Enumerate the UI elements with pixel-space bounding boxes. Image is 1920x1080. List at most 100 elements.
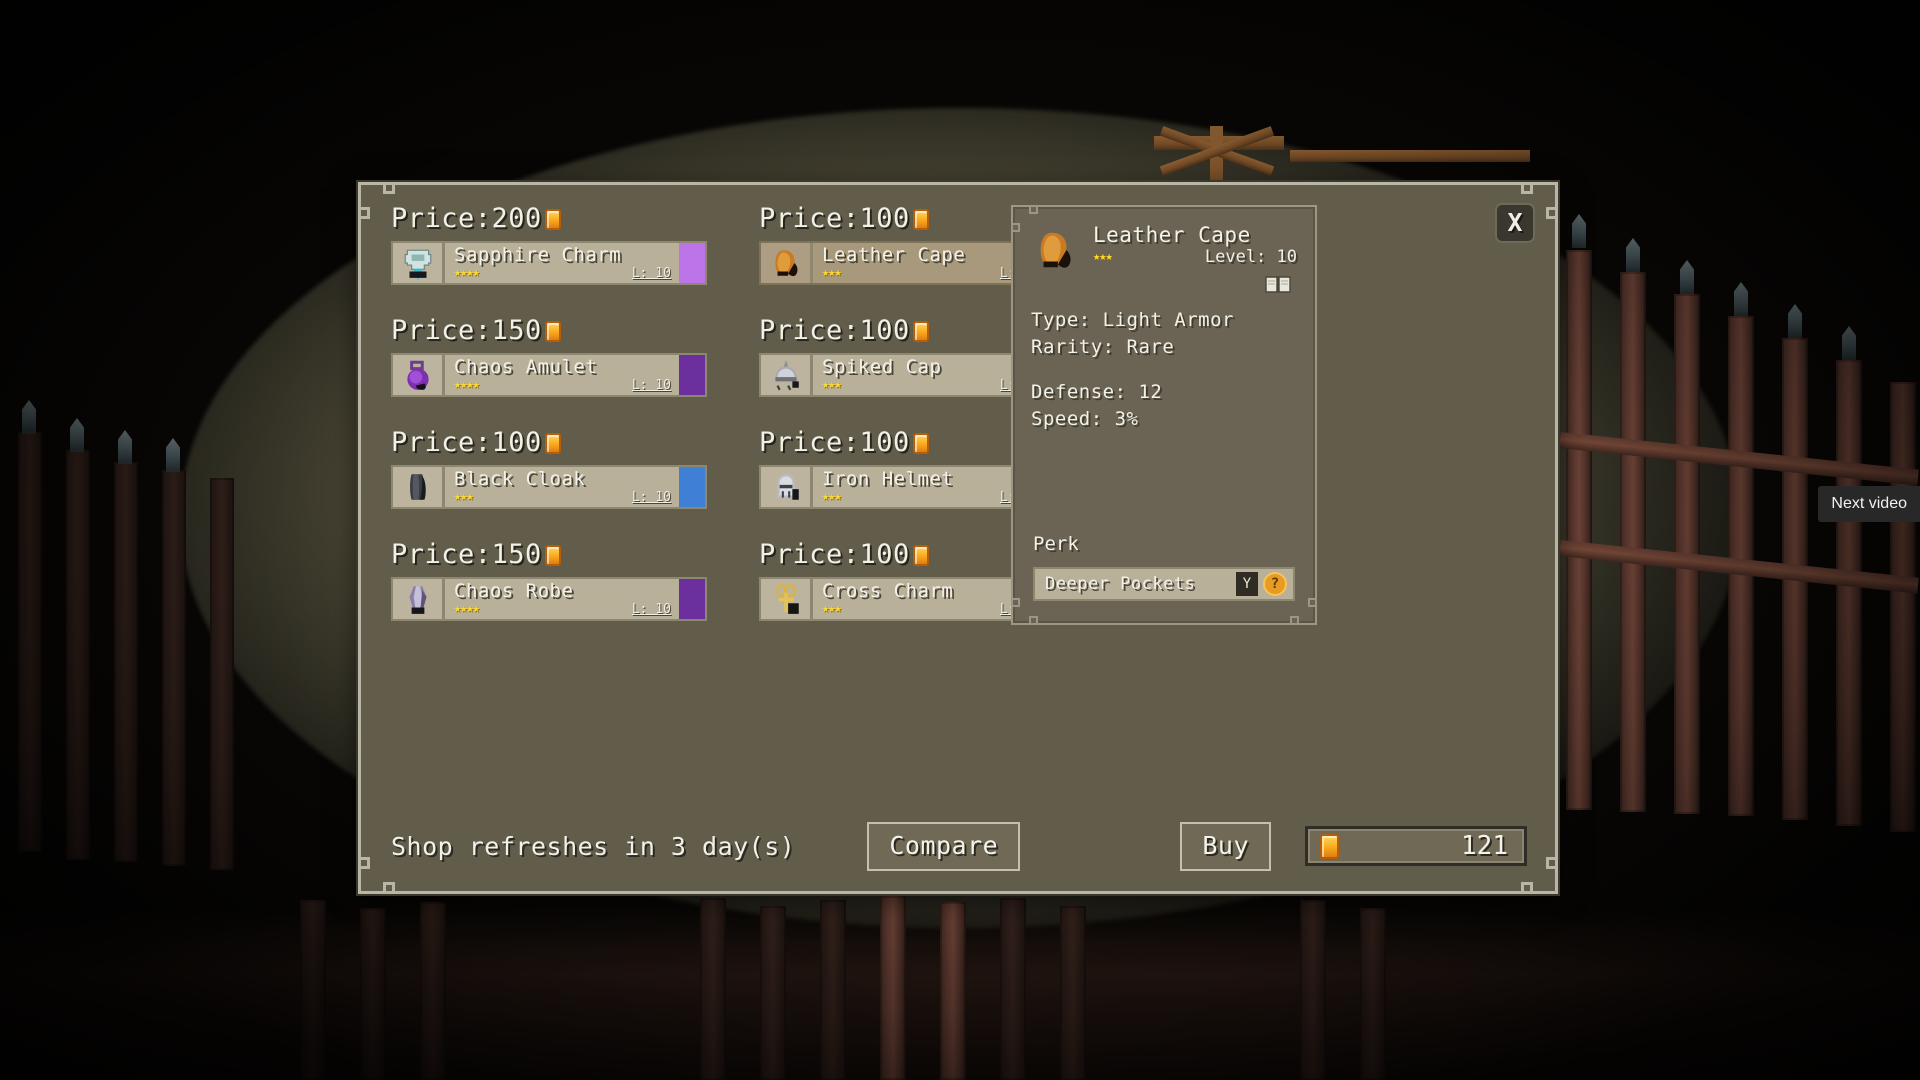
frame-notch [1011,223,1020,232]
sapphire-charm-sprite [404,249,431,280]
item-body: Chaos Robe ★★★★ L: 10 [445,579,679,619]
shop-dialog: X Price:200 Sapphire Charm ★★★★ L: 10 Pr… [358,182,1558,894]
price-text: Price:100 [759,315,910,346]
cross-charm-sprite [774,584,799,614]
coin-icon [1320,833,1339,859]
price-label: Price:150 [391,315,707,346]
item-name: Iron Helmet [822,468,954,490]
perk-name: Deeper Pockets [1045,574,1196,594]
detail-speed: Speed: 3% [1031,408,1139,430]
item-name: Chaos Robe [454,580,574,602]
detail-defense: Defense: 12 [1031,381,1163,403]
price-text: Price:100 [759,203,910,234]
item-level: L: 10 [631,490,671,505]
perk-heading: Perk [1033,533,1079,555]
shop-slot: Price:150 Chaos Amulet ★★★★ L: 10 [391,315,707,397]
item-icon-box [761,467,813,507]
coin-icon [912,545,929,566]
detail-item-name: Leather Cape [1093,223,1251,247]
detail-rarity: Rarity: Rare [1031,336,1175,358]
item-name: Leather Cape [822,244,966,266]
shop-item-row[interactable]: Black Cloak ★★★ L: 10 [391,465,707,509]
close-button[interactable]: X [1495,203,1535,243]
frame-notch [1029,205,1038,214]
coin-icon [912,433,929,454]
price-text: Price:100 [759,539,910,570]
buy-button[interactable]: Buy [1180,821,1280,879]
frame-notch [383,882,395,894]
frame-notch [1308,598,1317,607]
price-text: Price:100 [759,427,910,458]
coin-icon [544,209,561,230]
detail-spacer [1031,361,1297,379]
rarity-bar [679,355,705,395]
next-video-tooltip[interactable]: Next video [1818,486,1920,522]
detail-item-level: Level: 10 [1204,247,1297,267]
item-icon-box [761,243,813,283]
shop-slot: Price:200 Sapphire Charm ★★★★ L: 10 [391,203,707,285]
chaos-robe-sprite [409,586,426,614]
item-name: Spiked Cap [822,356,942,378]
black-cloak-sprite [409,474,426,500]
perk-row[interactable]: Deeper Pockets Y ? [1033,567,1295,601]
frame-notch [1546,857,1558,869]
frame-notch [1290,616,1299,625]
iron-helmet-sprite [777,474,799,500]
item-name: Chaos Amulet [454,356,598,378]
price-text: Price:150 [391,315,542,346]
frame-notch [1521,182,1533,194]
item-icon-box [393,243,445,283]
frame-notch [1546,207,1558,219]
frame-notch [1011,598,1020,607]
item-name: Black Cloak [454,468,586,490]
rarity-bar [679,579,705,619]
spiked-cap-sprite [774,360,799,391]
frame-notch [1521,882,1533,894]
coin-icon [544,321,561,342]
item-icon-box [761,579,813,619]
price-text: Price:150 [391,539,542,570]
item-icon-box [393,355,445,395]
book-icon[interactable] [1265,275,1291,293]
item-level: L: 10 [631,602,671,617]
price-label: Price:100 [391,427,707,458]
compare-button[interactable]: Compare [867,821,1030,879]
item-name: Sapphire Charm [454,244,622,266]
shop-item-row[interactable]: Chaos Amulet ★★★★ L: 10 [391,353,707,397]
shop-slot: Price:150 Chaos Robe ★★★★ L: 10 [391,539,707,621]
rarity-bar [679,243,705,283]
frame-notch [358,207,370,219]
coin-icon [912,209,929,230]
detail-type: Type: Light Armor [1031,309,1234,331]
price-label: Price:150 [391,539,707,570]
chaos-amulet-sprite [406,360,429,390]
gold-display: 121 [1305,826,1527,866]
item-detail-panel: Leather Cape ★★★ Level: 10 Type: Light A… [1011,205,1317,625]
price-text: Price:100 [391,427,542,458]
item-icon-box [393,467,445,507]
help-icon[interactable]: ? [1263,572,1287,596]
gold-amount: 121 [1461,831,1508,861]
leather-cape-sprite [1040,232,1071,268]
shop-item-row[interactable]: Chaos Robe ★★★★ L: 10 [391,577,707,621]
item-icon-box [761,355,813,395]
item-body: Black Cloak ★★★ L: 10 [445,467,679,507]
shop-item-grid: Price:200 Sapphire Charm ★★★★ L: 10 Pric… [391,203,1091,621]
coin-icon [544,433,561,454]
item-level: L: 10 [631,266,671,281]
item-body: Chaos Amulet ★★★★ L: 10 [445,355,679,395]
price-text: Price:200 [391,203,542,234]
leather-cape-sprite [774,250,798,277]
frame-notch [1029,616,1038,625]
shop-item-row[interactable]: Sapphire Charm ★★★★ L: 10 [391,241,707,285]
frame-notch [383,182,395,194]
coin-icon [912,321,929,342]
item-level: L: 10 [631,378,671,393]
frame-notch [358,857,370,869]
perk-key-badge: Y [1236,572,1258,596]
dialog-bottom-bar: Shop refreshes in 3 day(s) Compare Buy 1… [391,819,1529,879]
coin-icon [544,545,561,566]
shop-slot: Price:100 Black Cloak ★★★ L: 10 [391,427,707,509]
price-label: Price:200 [391,203,707,234]
rarity-bar [679,467,705,507]
